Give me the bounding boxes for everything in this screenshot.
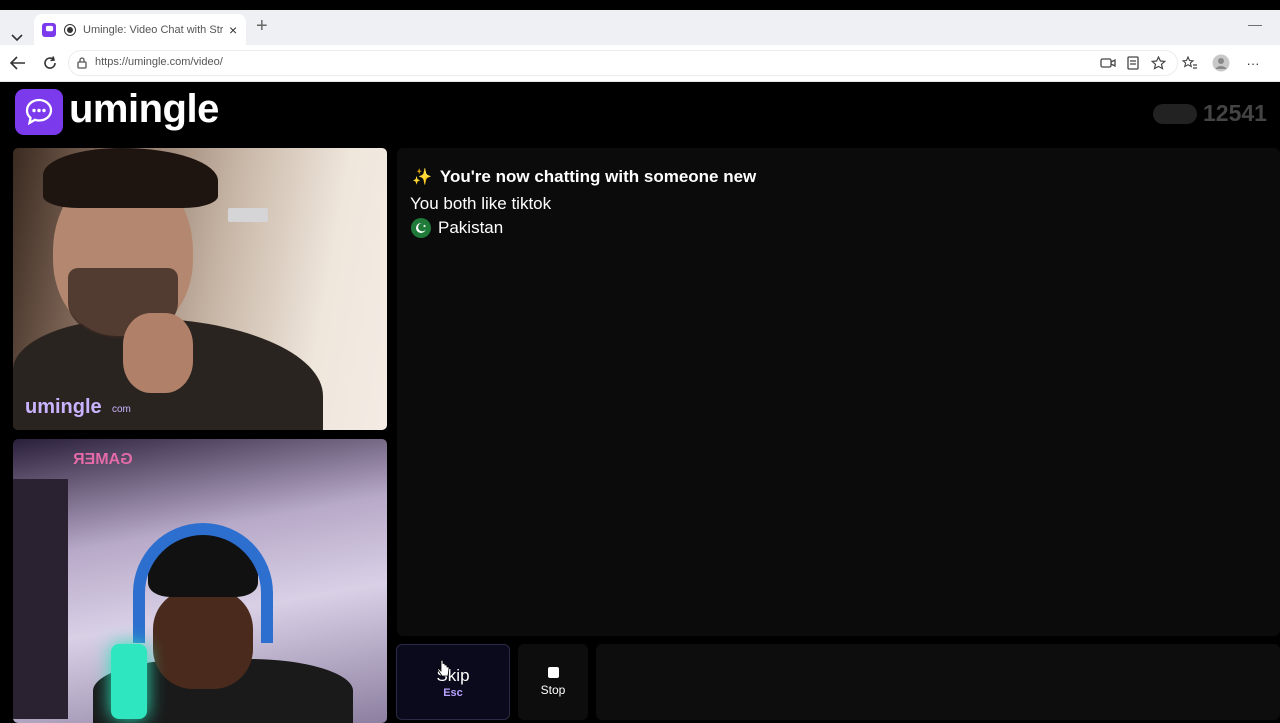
tab-close-icon[interactable]: × <box>229 22 237 38</box>
self-video: GAMER <box>13 439 387 723</box>
message-input-area[interactable] <box>596 644 1280 720</box>
new-chat-text: You're now chatting with someone new <box>439 167 757 186</box>
stop-label: Stop <box>540 683 566 697</box>
stranger-video: umingle com <box>13 148 387 430</box>
browser-tab-active[interactable]: Umingle: Video Chat with Stra × <box>34 14 246 45</box>
sparkle-icon: ✨ <box>412 169 432 186</box>
chat-panel: ✨ You're now chatting with someone new Y… <box>397 148 1280 636</box>
new-chat-message: ✨ You're now chatting with someone new <box>412 167 756 187</box>
stranger-hand <box>123 313 193 393</box>
window-minimize-button[interactable]: — <box>1248 16 1262 32</box>
glowing-bottle <box>111 644 147 719</box>
tab-title: Umingle: Video Chat with Stra <box>83 23 223 36</box>
browser-tab-bar: Umingle: Video Chat with Stra × + — <box>0 10 1280 45</box>
brand-logo-text: umingle <box>69 87 219 131</box>
back-arrow-icon[interactable] <box>8 53 28 73</box>
more-menu-icon[interactable]: ··· <box>1243 53 1263 73</box>
reload-icon[interactable] <box>40 53 60 73</box>
browser-address-bar: https://umingle.com/video/ ··· <box>0 45 1280 82</box>
skip-shortcut-key: Esc <box>443 686 463 699</box>
camera-in-use-icon[interactable] <box>1098 53 1118 73</box>
stranger-hair <box>43 148 218 208</box>
mouse-pointer-icon <box>437 659 451 685</box>
umingle-app: umingle 12541 umingle com GAMER ✨ You're… <box>5 83 1280 723</box>
profile-avatar-icon[interactable] <box>1211 53 1231 73</box>
umingle-logo-icon <box>15 89 63 135</box>
background-shelf <box>13 479 68 719</box>
headset <box>133 523 273 643</box>
favorite-star-icon[interactable] <box>1148 53 1168 73</box>
url-text: https://umingle.com/video/ <box>95 56 223 68</box>
online-count: 12541 <box>1203 100 1267 126</box>
stop-icon <box>547 667 559 678</box>
url-field[interactable]: https://umingle.com/video/ <box>68 50 1178 76</box>
video-watermark-domain: com <box>112 404 131 415</box>
top-strip <box>0 0 1280 10</box>
video-watermark-brand: umingle <box>25 396 102 418</box>
stop-button[interactable]: Stop <box>518 644 588 720</box>
common-interest-message: You both like tiktok <box>410 194 552 213</box>
online-toggle[interactable] <box>1153 104 1197 124</box>
recording-icon <box>64 23 76 36</box>
umingle-favicon-icon <box>42 22 56 37</box>
reading-mode-icon[interactable] <box>1123 53 1143 73</box>
favorites-list-icon[interactable] <box>1180 53 1200 73</box>
country-message: Pakistan <box>411 218 503 238</box>
lock-icon <box>77 56 87 74</box>
gamer-neon-sign: GAMER <box>73 451 133 468</box>
skip-button[interactable]: Skip Esc <box>396 644 510 720</box>
pakistan-flag-icon <box>411 218 431 238</box>
new-tab-button[interactable]: + <box>256 16 268 36</box>
wall-air-conditioner <box>228 208 268 222</box>
country-name: Pakistan <box>438 218 504 237</box>
